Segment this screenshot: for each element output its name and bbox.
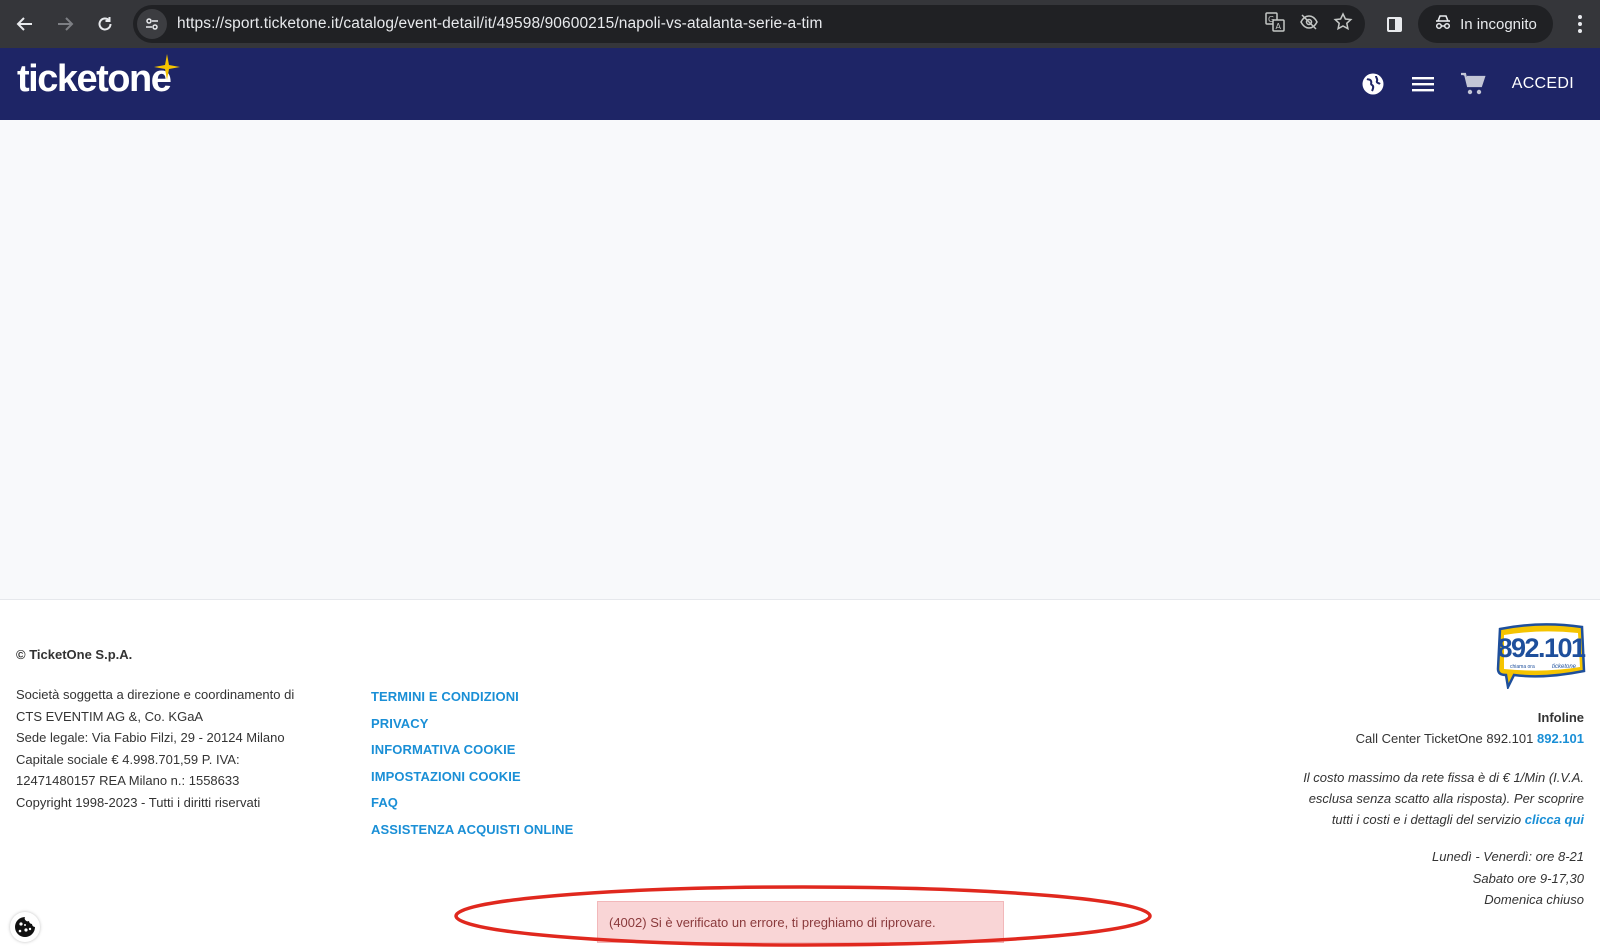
cost-line: esclusa senza scatto alla risposta). Per… (1308, 791, 1584, 806)
login-button[interactable]: ACCEDI (1512, 75, 1574, 93)
forward-arrow-icon[interactable] (45, 4, 85, 44)
footer: © TicketOne S.p.A. Società soggetta a di… (0, 601, 1600, 950)
red-annotation-ellipse (454, 885, 1152, 947)
hotline-small-left: chiama ora (1510, 664, 1535, 670)
translate-icon[interactable]: GA (1265, 11, 1285, 37)
callcenter-line: Call Center TicketOne 892.101 892.101 (1356, 728, 1584, 749)
opening-hours: Lunedì - Venerdì: ore 8-21 Sabato ore 9-… (1432, 846, 1584, 911)
svg-text:A: A (1276, 22, 1282, 31)
incognito-icon (1434, 14, 1452, 34)
hotline-number: 892.101 (1497, 633, 1586, 663)
link-cookie-settings[interactable]: IMPOSTAZIONI COOKIE (371, 764, 573, 791)
cart-icon[interactable] (1448, 48, 1498, 120)
footer-links: TERMINI E CONDIZIONI PRIVACY INFORMATIVA… (371, 684, 573, 844)
cost-info: Il costo massimo da rete fissa è di € 1/… (1274, 767, 1584, 830)
link-faq[interactable]: FAQ (371, 790, 573, 817)
legal-line: Società soggetta a direzione e coordinam… (16, 687, 295, 702)
star-icon[interactable] (1333, 11, 1353, 37)
incognito-label: In incognito (1460, 15, 1537, 33)
site-info-icon[interactable] (137, 9, 167, 39)
infoline-title: Infoline (1537, 710, 1584, 725)
back-arrow-icon[interactable] (5, 4, 45, 44)
eye-off-icon[interactable] (1299, 12, 1319, 37)
cost-details-link[interactable]: clicca qui (1525, 812, 1584, 827)
browser-toolbar: https://sport.ticketone.it/catalog/event… (0, 0, 1600, 48)
side-panel-icon[interactable] (1382, 12, 1406, 36)
hours-line: Domenica chiuso (1484, 892, 1584, 907)
legal-line: Sede legale: Via Fabio Filzi, 29 - 20124… (16, 730, 285, 745)
incognito-badge[interactable]: In incognito (1418, 5, 1553, 43)
legal-info: Società soggetta a direzione e coordinam… (16, 684, 316, 813)
legal-line: 12471480157 REA Milano n.: 1558633 (16, 773, 240, 788)
callcenter-number-link[interactable]: 892.101 (1537, 731, 1584, 746)
legal-line: Capitale sociale € 4.998.701,59 P. IVA: (16, 751, 240, 767)
site-header: ticketone ACCEDI (0, 48, 1600, 120)
cookie-settings-icon[interactable] (10, 912, 40, 942)
link-privacy[interactable]: PRIVACY (371, 711, 573, 738)
link-cookie-info[interactable]: INFORMATIVA COOKIE (371, 737, 573, 764)
logo-star-icon (154, 54, 180, 80)
cost-line: Il costo massimo da rete fissa è di € 1/… (1303, 770, 1584, 785)
globe-icon[interactable] (1348, 48, 1398, 120)
ticketone-logo[interactable]: ticketone (17, 58, 172, 101)
hours-line: Lunedì - Venerdì: ore 8-21 (1431, 849, 1584, 864)
hours-line: Sabato ore 9-17,30 (1472, 870, 1584, 886)
main-content-area (0, 120, 1600, 600)
svg-text:G: G (1268, 15, 1274, 24)
address-bar[interactable]: https://sport.ticketone.it/catalog/event… (133, 5, 1365, 43)
company-name: © TicketOne S.p.A. (16, 647, 133, 662)
url-text[interactable]: https://sport.ticketone.it/catalog/event… (177, 15, 822, 33)
link-online-support[interactable]: ASSISTENZA ACQUISTI ONLINE (371, 817, 573, 844)
kebab-menu-icon[interactable] (1570, 10, 1590, 38)
link-terms[interactable]: TERMINI E CONDIZIONI (371, 684, 573, 711)
legal-line: Copyright 1998-2023 - Tutti i diritti ri… (16, 794, 261, 810)
cost-line: tutti i costi e i dettagli del servizio (1331, 812, 1522, 827)
legal-line: CTS EVENTIM AG &, Co. KGaA (16, 708, 204, 724)
cost-line-with-link: tutti i costi e i dettagli del servizio … (1274, 809, 1584, 830)
reload-icon[interactable] (85, 4, 125, 44)
callcenter-text: Call Center TicketOne 892.101 (1355, 731, 1534, 746)
hotline-892101-logo: 892.101 chiama ora ticketone (1496, 623, 1586, 689)
hotline-small-right: ticketone (1552, 664, 1577, 670)
infoline-block: Infoline Call Center TicketOne 892.101 8… (1356, 707, 1584, 749)
hamburger-menu-icon[interactable] (1398, 48, 1448, 120)
